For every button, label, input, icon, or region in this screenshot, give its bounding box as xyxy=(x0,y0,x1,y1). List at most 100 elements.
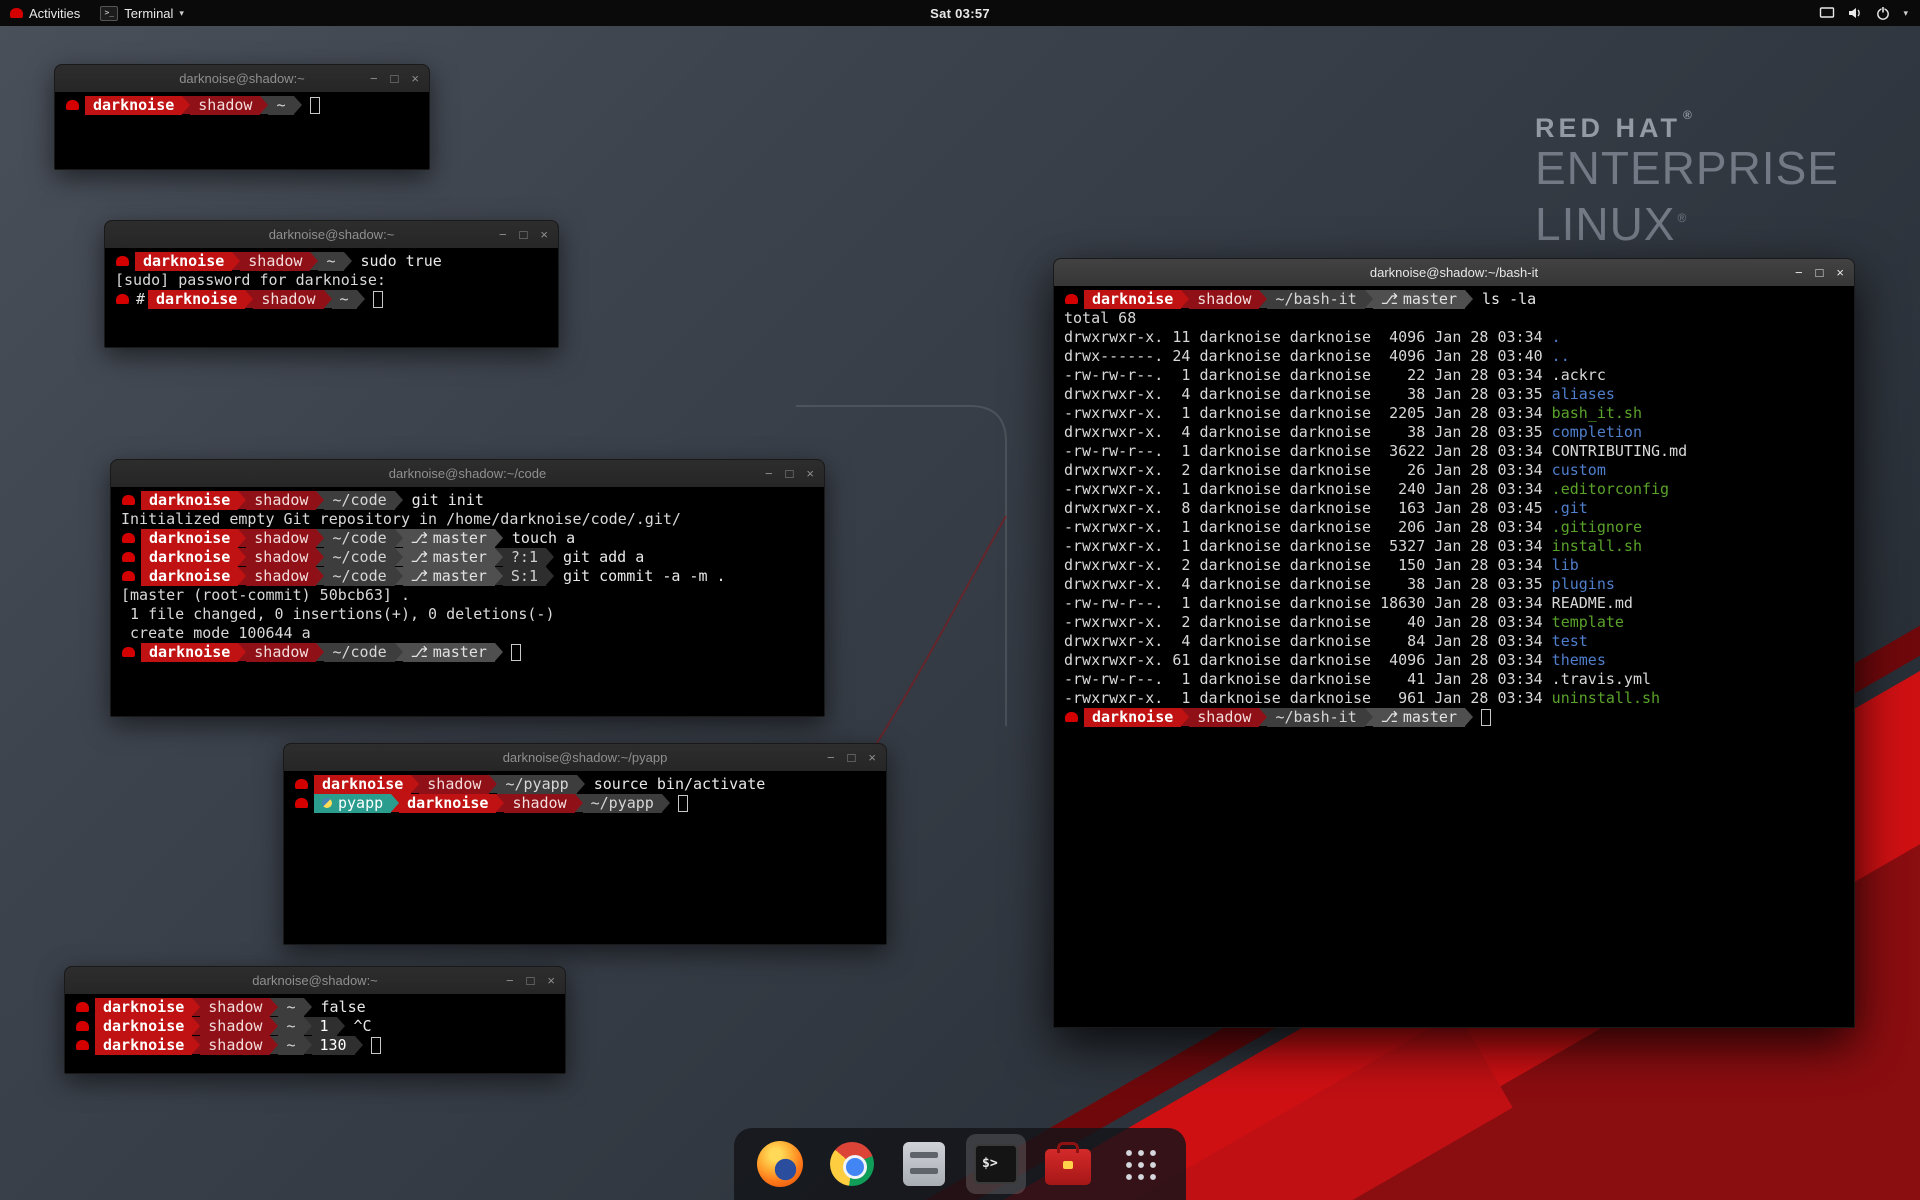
powerline-arrow-icon xyxy=(1465,290,1473,308)
clock[interactable]: Sat 03:57 xyxy=(920,0,1000,26)
prompt-segment-user: darknoise xyxy=(314,775,411,794)
window-titlebar[interactable]: darknoise@shadow:~−□× xyxy=(55,65,429,92)
close-button[interactable]: × xyxy=(1836,259,1844,286)
redhat-prompt-icon xyxy=(76,1002,89,1012)
window-titlebar[interactable]: darknoise@shadow:~−□× xyxy=(105,221,558,248)
prompt-segment-dir: .. xyxy=(1552,347,1570,366)
window-titlebar[interactable]: darknoise@shadow:~/pyapp−□ × xyxy=(284,744,886,771)
maximize-button[interactable]: □ xyxy=(520,221,528,248)
terminal-cursor xyxy=(373,291,383,308)
terminal-content[interactable]: darknoiseshadow~ xyxy=(55,92,429,169)
dock-chrome-icon[interactable] xyxy=(822,1134,882,1194)
desktop[interactable]: RED HAT® ENTERPRISE LINUX® Activities >_… xyxy=(0,0,1920,1200)
prompt-segment-user: darknoise xyxy=(141,491,238,510)
prompt-segment-git: master xyxy=(403,643,495,662)
registered-mark: ® xyxy=(1683,108,1696,122)
dock-files-icon[interactable] xyxy=(894,1134,954,1194)
prompt-segment-cmd: ls -la xyxy=(1482,290,1536,309)
dock-toolbox-icon[interactable] xyxy=(1038,1134,1098,1194)
prompt-segment-path: ~/code xyxy=(324,643,394,662)
prompt-segment-host: shadow xyxy=(240,252,310,271)
minimize-button[interactable]: − xyxy=(765,460,773,487)
window-title: darknoise@shadow:~ xyxy=(65,973,565,988)
redhat-logo-icon xyxy=(10,8,23,18)
terminal-window[interactable]: darknoise@shadow:~/code−□×darknoiseshado… xyxy=(110,459,825,717)
system-status-area[interactable]: ▾ xyxy=(1807,0,1920,26)
powerline-arrow-icon xyxy=(260,96,268,114)
prompt-segment-out: drwxrwxr-x. 61 darknoise darknoise 4096 … xyxy=(1064,651,1552,670)
powerline-arrow-icon xyxy=(411,775,419,793)
powerline-arrow-icon xyxy=(232,252,240,270)
redhat-prompt-icon xyxy=(122,647,135,657)
redhat-prompt-icon xyxy=(122,571,135,581)
prompt-segment-out: Initialized empty Git repository in /hom… xyxy=(121,510,681,529)
terminal-content[interactable]: darknoiseshadow~/bash-itmasterls -latota… xyxy=(1054,286,1854,1027)
prompt-segment-out: drwxrwxr-x. 4 darknoise darknoise 38 Jan… xyxy=(1064,385,1552,404)
terminal-line: Initialized empty Git repository in /hom… xyxy=(121,510,814,529)
window-titlebar[interactable]: darknoise@shadow:~/code−□× xyxy=(111,460,824,487)
terminal-line: -rwxrwxr-x. 1 darknoise darknoise 961 Ja… xyxy=(1064,689,1844,708)
terminal-window[interactable]: darknoise@shadow:~−□×darknoiseshadow~ xyxy=(54,64,430,170)
terminal-line: drwxrwxr-x. 61 darknoise darknoise 4096 … xyxy=(1064,651,1844,670)
terminal-content[interactable]: darknoiseshadow~sudo true[sudo] password… xyxy=(105,248,558,347)
powerline-arrow-icon xyxy=(395,491,403,509)
minimize-button[interactable]: − xyxy=(370,65,378,92)
prompt-segment-file: CONTRIBUTING.md xyxy=(1552,442,1687,461)
window-title: darknoise@shadow:~/bash-it xyxy=(1054,265,1854,280)
display-icon xyxy=(1819,5,1835,21)
prompt-segment-cmd: git init xyxy=(412,491,484,510)
minimize-button[interactable]: − xyxy=(827,744,835,771)
close-button[interactable]: × xyxy=(868,744,876,771)
minimize-button[interactable]: − xyxy=(1795,259,1803,286)
terminal-window[interactable]: darknoise@shadow:~/pyapp−□ ×darknoiseshad… xyxy=(283,743,887,945)
dock-firefox-icon[interactable] xyxy=(750,1134,810,1194)
window-titlebar[interactable]: darknoise@shadow:~−□ × xyxy=(65,967,565,994)
close-button[interactable]: × xyxy=(411,65,419,92)
prompt-segment-path: ~ xyxy=(278,998,303,1017)
terminal-window[interactable]: darknoise@shadow:~−□×darknoiseshadow~fal… xyxy=(64,966,566,1074)
terminal-cursor xyxy=(371,1037,381,1054)
prompt-segment-path: ~/bash-it xyxy=(1267,290,1364,309)
window-title: darknoise@shadow:~/pyapp xyxy=(284,750,886,765)
terminal-content[interactable]: darknoise shadow ~/code git initInitialized… xyxy=(111,487,824,716)
powerline-arrow-icon xyxy=(238,567,246,585)
maximize-button[interactable]: □ xyxy=(848,744,856,771)
terminal-window[interactable]: darknoise@shadow:~−□×darknoiseshadow~sud… xyxy=(104,220,559,348)
app-menu-terminal[interactable]: >_ Terminal ▾ xyxy=(90,0,194,26)
window-titlebar[interactable]: darknoise@shadow:~/bash-it−□ × xyxy=(1054,259,1854,286)
prompt-segment-git: master xyxy=(1373,290,1465,309)
dock-terminal-icon[interactable]: $> xyxy=(966,1134,1026,1194)
close-button[interactable]: × xyxy=(547,967,555,994)
terminal-content[interactable]: darknoiseshadow~/pyappsource bin/activat… xyxy=(284,771,886,944)
powerline-arrow-icon xyxy=(238,548,246,566)
top-bar: Activities >_ Terminal ▾ Sat 03:57 ▾ xyxy=(0,0,1920,26)
volume-icon xyxy=(1847,5,1863,21)
powerline-arrow-icon xyxy=(304,998,312,1016)
terminal-line: drwxrwxr-x. 8 darknoise darknoise 163 Ja… xyxy=(1064,499,1844,518)
maximize-button[interactable]: □ xyxy=(391,65,399,92)
terminal-window[interactable]: darknoise@shadow:~/bash-it−□×darknoisesh… xyxy=(1053,258,1855,1028)
powerline-arrow-icon xyxy=(546,567,554,585)
minimize-button[interactable]: − xyxy=(506,967,514,994)
terminal-content[interactable]: darknoiseshadow~falsedarknoiseshadow~1^C… xyxy=(65,994,565,1073)
maximize-button[interactable]: □ xyxy=(1816,259,1824,286)
close-button[interactable]: × xyxy=(540,221,548,248)
powerline-arrow-icon xyxy=(310,252,318,270)
maximize-button[interactable]: □ xyxy=(527,967,535,994)
prompt-segment-user: darknoise xyxy=(95,998,192,1017)
maximize-button[interactable]: □ xyxy=(786,460,794,487)
prompt-segment-host: shadow xyxy=(200,1036,270,1055)
dock-app-grid-icon[interactable] xyxy=(1110,1134,1170,1194)
prompt-segment-dir: aliases xyxy=(1552,385,1615,404)
prompt-segment-host: shadow xyxy=(246,567,316,586)
activities-button[interactable]: Activities xyxy=(0,0,90,26)
minimize-button[interactable]: − xyxy=(499,221,507,248)
powerline-arrow-icon xyxy=(1365,290,1373,308)
window-controls: −□ × xyxy=(370,65,429,92)
powerline-arrow-icon xyxy=(1259,290,1267,308)
close-button[interactable]: × xyxy=(806,460,814,487)
prompt-segment-user: darknoise xyxy=(141,643,238,662)
powerline-arrow-icon xyxy=(496,794,504,812)
terminal-line: drwxrwxr-x. 11 darknoise darknoise 4096 … xyxy=(1064,328,1844,347)
brand-line-1: RED HAT xyxy=(1535,113,1681,143)
